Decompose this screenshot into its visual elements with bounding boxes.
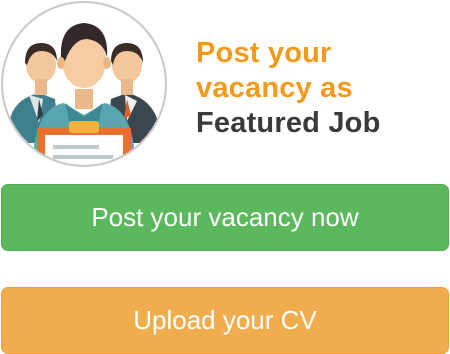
job-seekers-illustration	[9, 23, 159, 165]
job-seekers-illustration-icon	[1, 1, 167, 167]
headline-line-2: vacancy as	[196, 72, 353, 104]
featured-job-headline: Post your vacancy as Featured Job	[196, 36, 381, 141]
headline-line-1: Post your	[196, 37, 332, 69]
hero-section: Post your vacancy as Featured Job	[0, 0, 450, 170]
post-vacancy-button[interactable]: Post your vacancy now	[1, 184, 449, 251]
featured-job-widget: Post your vacancy as Featured Job Post y…	[0, 0, 450, 354]
headline-line-3: Featured Job	[196, 107, 381, 139]
clipboard-figure	[37, 121, 131, 165]
upload-cv-button[interactable]: Upload your CV	[1, 287, 449, 354]
